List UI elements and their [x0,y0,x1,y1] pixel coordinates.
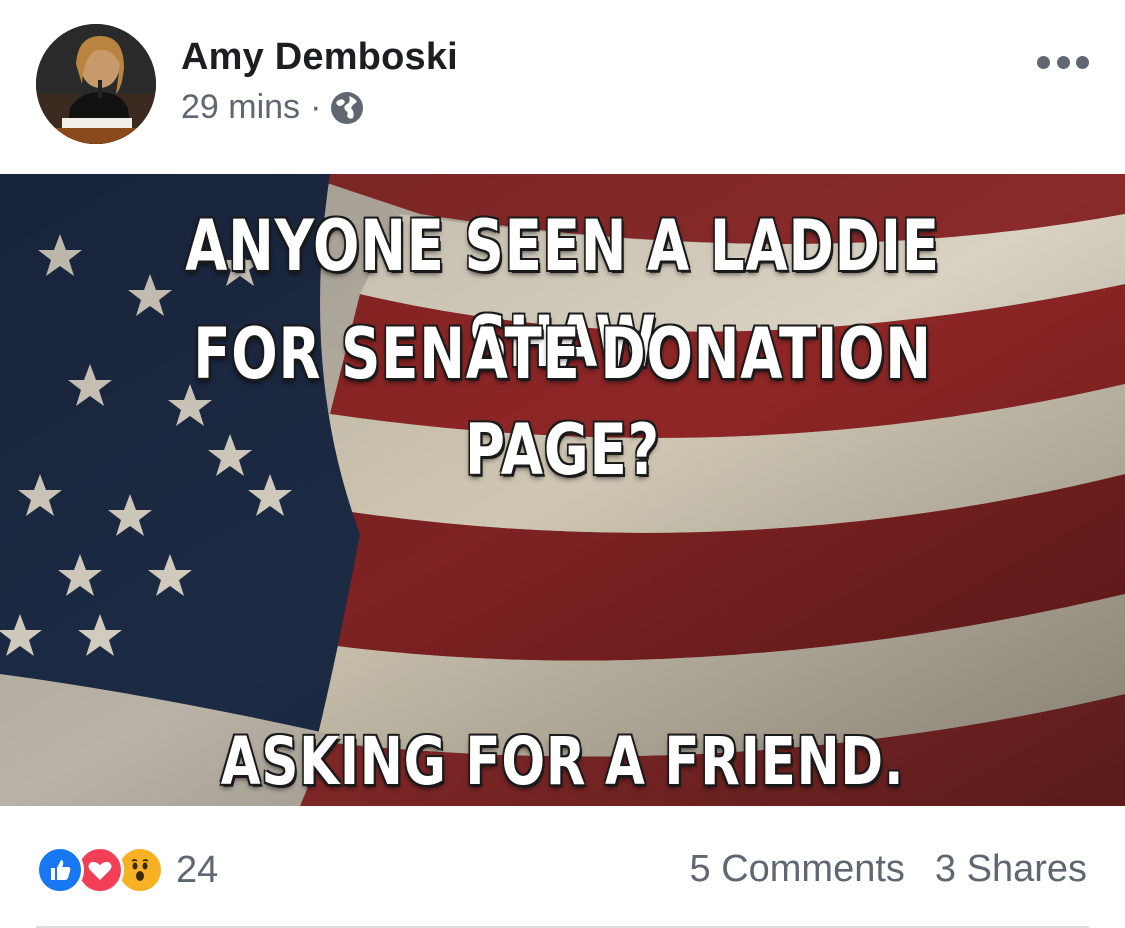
post-header: Amy Demboski 29 mins · [0,0,1125,174]
shares-link[interactable]: 3 Shares [935,848,1087,891]
avatar[interactable] [36,24,156,144]
meta-separator: · [310,88,322,126]
more-options-icon [1037,55,1050,69]
post-meta: 29 mins · [181,88,365,127]
reactions-summary[interactable]: 24 [36,846,218,894]
post-image[interactable]: ANYONE SEEN A LADDIE SHAW FOR SENATE DON… [0,174,1125,806]
author-name[interactable]: Amy Demboski [181,36,458,79]
meme-text-bottom: ASKING FOR A FRIEND. [220,723,905,800]
globe-icon[interactable] [329,90,365,126]
like-icon [36,846,84,894]
engagement-links: 5 Comments 3 Shares [690,848,1088,891]
reaction-count: 24 [176,848,219,891]
more-options-button[interactable] [1037,50,1089,74]
meme-text-line-2: FOR SENATE DONATION PAGE? [193,313,932,491]
comments-link[interactable]: 5 Comments [690,848,905,891]
post-footer: 24 5 Comments 3 Shares [0,806,1125,928]
timestamp[interactable]: 29 mins [181,88,300,127]
